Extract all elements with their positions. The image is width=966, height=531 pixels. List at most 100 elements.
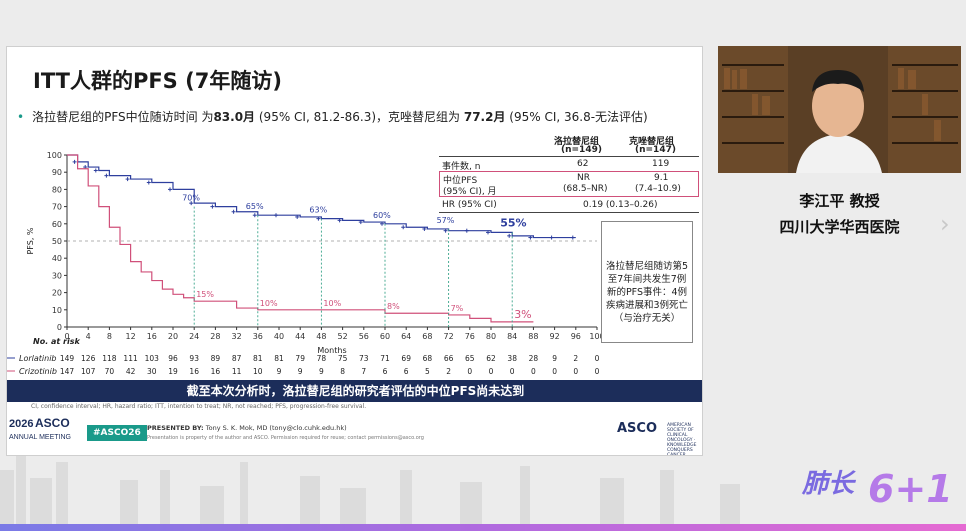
table-hr-value: 0.19 (0.13–0.26) <box>583 200 658 210</box>
brand-text: 肺长 <box>801 469 857 499</box>
x-tick-label: 88 <box>528 332 538 341</box>
at-risk-value: 79 <box>295 354 305 363</box>
presented-by-label: PRESENTED BY: <box>147 424 204 432</box>
x-tick-label: 72 <box>444 332 454 341</box>
presented-by: PRESENTED BY: Tony S. K. Mok, MD (tony@c… <box>147 424 347 432</box>
table-col2-sub: (n=147) <box>635 145 676 155</box>
at-risk-value: 75 <box>338 354 348 363</box>
at-risk-value: 0 <box>489 367 494 376</box>
at-risk-value: 70 <box>105 367 115 376</box>
y-tick-label: 60 <box>52 220 62 229</box>
y-tick-label: 100 <box>47 151 62 160</box>
at-risk-value: 73 <box>359 354 369 363</box>
abbreviation-footnote: CI, confidence interval; HR, hazard rati… <box>31 403 367 410</box>
at-risk-value: 103 <box>145 354 160 363</box>
chevron-right-icon[interactable]: › <box>940 210 950 238</box>
x-tick-label: 84 <box>507 332 517 341</box>
km-chart: 01020304050607080901000 4 8 12 16 20 24 28 32 36 4… <box>7 151 605 376</box>
at-risk-value: 81 <box>253 354 263 363</box>
x-tick-label: 96 <box>571 332 581 341</box>
landmark-label: 57% <box>437 216 455 225</box>
y-axis-label: PFS, % <box>26 227 35 254</box>
table-rule-bottom <box>439 212 699 213</box>
at-risk-value: 0 <box>552 367 557 376</box>
at-risk-value: 0 <box>595 367 600 376</box>
landmark-label: 15% <box>196 290 214 299</box>
at-risk-value: 87 <box>232 354 242 363</box>
x-tick-label: 48 <box>316 332 326 341</box>
asco-logo-text: ASCO <box>617 421 658 436</box>
landmark-label: 10% <box>260 299 278 308</box>
y-tick-label: 70 <box>52 203 62 212</box>
at-risk-value: 126 <box>81 354 96 363</box>
at-risk-value: 0 <box>467 367 472 376</box>
at-risk-value: 107 <box>81 367 96 376</box>
table-median-label2: (95% CI), 月 <box>443 187 497 197</box>
landmark-label: 7% <box>451 304 464 313</box>
x-tick-label: 36 <box>253 332 263 341</box>
x-tick-label: 92 <box>550 332 560 341</box>
at-risk-value: 30 <box>147 367 157 376</box>
hashtag-badge: #ASCO26 <box>87 425 147 441</box>
presenter: Tony S. K. Mok, MD (tony@clo.cuhk.edu.hk… <box>205 424 347 432</box>
y-tick-label: 50 <box>52 237 62 246</box>
at-risk-value: 2 <box>573 354 578 363</box>
at-risk-value: 78 <box>317 354 327 363</box>
table-median-lor1: NR <box>577 173 590 183</box>
at-risk-value: 6 <box>404 367 409 376</box>
at-risk-value: 5 <box>425 367 430 376</box>
note-box: 洛拉替尼组随访第5至7年间共发生7例新的PFS事件：4例疾病进展和3例死亡（与治… <box>601 221 693 343</box>
landmark-label: 60% <box>373 211 391 220</box>
asco-logo-sub: AMERICAN SOCIETY OF CLINICAL ONCOLOGY · … <box>667 423 697 456</box>
x-tick-label: 24 <box>189 332 199 341</box>
at-risk-value: 9 <box>552 354 557 363</box>
at-risk-heading: No. at risk <box>33 337 80 346</box>
at-risk-value: 71 <box>380 354 390 363</box>
table-events-criz: 119 <box>652 159 670 169</box>
y-tick-label: 30 <box>52 271 62 280</box>
table-median-lor2: (68.5–NR) <box>563 184 608 194</box>
at-risk-value: 9 <box>277 367 282 376</box>
x-tick-label: 44 <box>295 332 305 341</box>
y-tick-label: 40 <box>52 254 62 263</box>
at-risk-value: 147 <box>60 367 75 376</box>
at-risk-value: 65 <box>465 354 475 363</box>
at-risk-value: 62 <box>486 354 496 363</box>
at-risk-value: 11 <box>232 367 242 376</box>
y-tick-label: 0 <box>57 323 62 332</box>
landmark-label: 10% <box>323 299 341 308</box>
at-risk-value: 19 <box>168 367 178 376</box>
at-risk-value: 111 <box>123 354 138 363</box>
at-risk-value: 68 <box>423 354 433 363</box>
x-tick-label: 64 <box>401 332 411 341</box>
table-events-lor: 62 <box>577 159 589 169</box>
at-risk-value: 7 <box>361 367 366 376</box>
at-risk-value: 0 <box>573 367 578 376</box>
at-risk-value: 0 <box>510 367 515 376</box>
at-risk-value: 69 <box>401 354 411 363</box>
table-median-criz2: (7.4–10.9) <box>635 184 681 194</box>
at-risk-value: 9 <box>319 367 324 376</box>
x-tick-label: 4 <box>86 332 91 341</box>
x-tick-label: 16 <box>147 332 157 341</box>
x-tick-label: 76 <box>465 332 475 341</box>
asco-meeting-logo: 2026 ASCO ANNUAL MEETING <box>9 416 71 441</box>
at-risk-value: 2 <box>446 367 451 376</box>
at-risk-value: 6 <box>383 367 388 376</box>
x-tick-label: 56 <box>359 332 369 341</box>
x-tick-label: 68 <box>422 332 432 341</box>
at-risk-value: 8 <box>340 367 345 376</box>
x-tick-label: 52 <box>338 332 348 341</box>
presentation-slide: ITT人群的PFS (7年随访) • 洛拉替尼组的PFS中位随访时间 为83.0月… <box>6 46 703 456</box>
table-hr-label: HR (95% CI) <box>442 200 497 210</box>
speaker-name: 李江平 教授 <box>799 192 880 210</box>
x-tick-label: 60 <box>380 332 390 341</box>
landmark-label: 55% <box>500 216 526 229</box>
meeting-sub: ANNUAL MEETING <box>9 434 71 441</box>
x-tick-label: 8 <box>107 332 112 341</box>
at-risk-value: 42 <box>126 367 136 376</box>
at-risk-value: 10 <box>253 367 263 376</box>
live-stream-frame: ITT人群的PFS (7年随访) • 洛拉替尼组的PFS中位随访时间 为83.0月… <box>0 0 966 531</box>
at-risk-value: 118 <box>102 354 117 363</box>
at-risk-value: 28 <box>529 354 539 363</box>
